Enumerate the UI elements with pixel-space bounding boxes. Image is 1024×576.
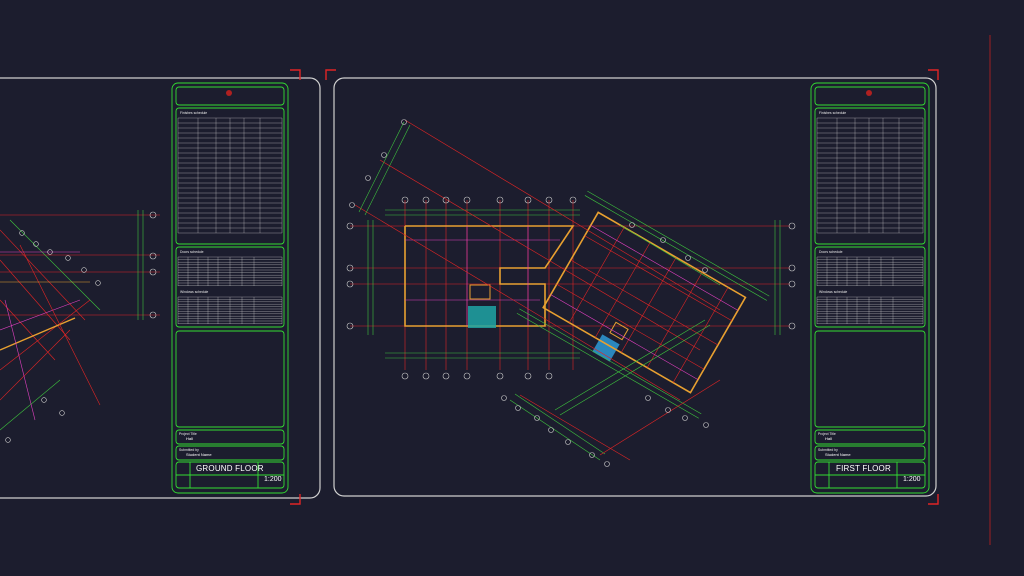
student-name-ground: Student Name [186, 452, 212, 457]
logo-icon [226, 90, 232, 96]
scale-first: 1:200 [903, 476, 921, 483]
scale-ground: 1:200 [264, 476, 282, 483]
sheet-title-first: FIRST FLOOR [836, 464, 891, 473]
doors-schedule-title-ground: Doors schedule [180, 250, 204, 254]
project-name-ground: Hall [186, 436, 193, 441]
sheet-ground-floor [0, 69, 321, 505]
cad-canvas[interactable] [0, 0, 1024, 576]
sheet-title-ground: GROUND FLOOR [196, 464, 264, 473]
logo-icon [866, 90, 872, 96]
project-name-first: Hall [825, 436, 832, 441]
doors-schedule-title-first: Doors schedule [819, 250, 843, 254]
finishes-schedule-title-ground: Finishes schedule [180, 111, 208, 115]
finishes-schedule-title-first: Finishes schedule [819, 111, 847, 115]
ground-floor-plan [0, 210, 160, 443]
first-floor-plan [346, 119, 796, 467]
windows-schedule-title-ground: Windows schedule [180, 290, 209, 294]
student-name-first: Student Name [825, 452, 851, 457]
windows-schedule-title-first: Windows schedule [819, 290, 848, 294]
sheet-first-floor [325, 69, 939, 505]
